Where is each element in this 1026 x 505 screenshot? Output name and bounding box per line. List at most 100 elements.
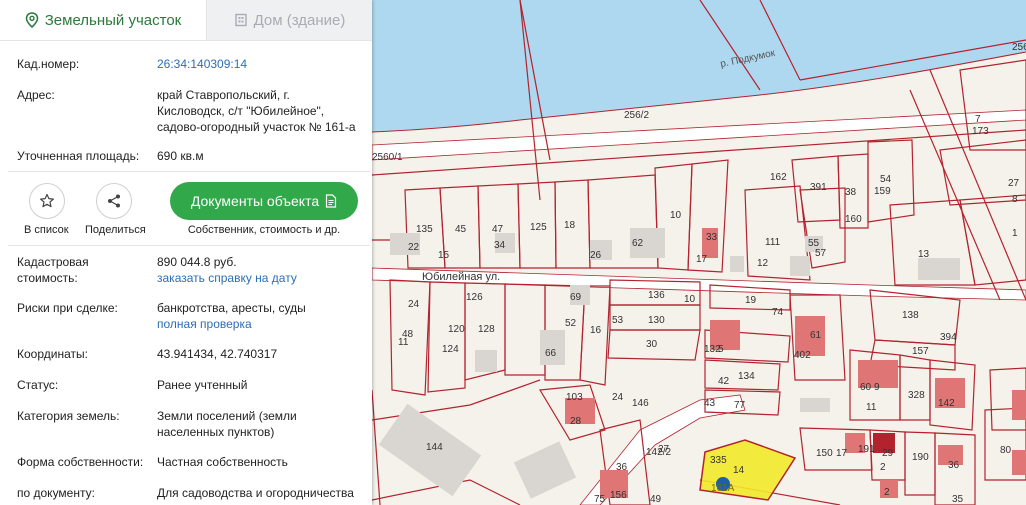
parcel-number: 156: [610, 490, 627, 501]
doc-value: Для садоводства и огородничества: [157, 486, 354, 500]
area-label: Уточненная площадь:: [17, 149, 140, 163]
parcel-number: 8: [1012, 194, 1018, 205]
tab-bar: Земельный участок Дом (здание): [0, 0, 372, 41]
parcel-number: 162: [770, 172, 787, 183]
parcel-number: 69: [570, 292, 582, 303]
parcel-number: 17: [836, 448, 848, 459]
parcel-number: 35: [952, 494, 964, 505]
parcel-number: 57: [815, 248, 827, 259]
parcel-number: 12: [757, 258, 769, 269]
parcel-number: 74: [772, 307, 784, 318]
tab-building-label: Дом (здание): [253, 11, 346, 29]
order-certificate-link[interactable]: заказать справку на дату: [157, 270, 357, 286]
parcel-number: 30: [646, 339, 658, 350]
coords-label: Координаты:: [17, 347, 88, 361]
category-line-2: населенных пунктов): [157, 425, 275, 439]
address-line-1: край Ставропольский, г.: [157, 88, 290, 102]
parcel-number: 120: [448, 324, 465, 335]
address-label: Адрес:: [17, 88, 55, 102]
parcel-number: 125: [530, 222, 547, 233]
parcel-number: 126: [466, 292, 483, 303]
parcel-number: 36: [948, 460, 960, 471]
parcel-number: 191: [858, 444, 875, 455]
parcel-number: 150: [816, 448, 833, 459]
parcel-number: 144: [426, 442, 443, 453]
tab-land-plot-label: Земельный участок: [44, 11, 182, 29]
parcel-number: 33: [706, 232, 718, 243]
parcel-number: 24: [408, 299, 420, 310]
parcel-number: 49: [650, 494, 662, 505]
parcel-number: 9: [874, 382, 880, 393]
parcel-number: 2: [880, 462, 886, 473]
parcel-number: 134: [738, 371, 755, 382]
parcel-number: 128: [478, 324, 495, 335]
info-panel: Земельный участок Дом (здание) Кад.номер…: [0, 0, 372, 505]
parcel-number: 45: [455, 224, 467, 235]
cadastral-number-value[interactable]: 26:34:140309:14: [157, 56, 357, 72]
parcel-number: 159: [874, 186, 891, 197]
parcel-number: 80: [1000, 445, 1012, 456]
parcel-number: 15: [438, 250, 450, 261]
risk-value-block: банкротства, аресты, суды полная проверк…: [157, 300, 357, 332]
parcel-number: 77: [734, 400, 746, 411]
ownership-value: Частная собственность: [157, 455, 288, 469]
parcel-number: 13: [918, 249, 930, 260]
parcel-number: 328: [908, 390, 925, 401]
parcel-number: 53: [612, 315, 624, 326]
parcel-number: 103: [566, 392, 583, 403]
cost-label-line-1: Кадастровая: [17, 255, 89, 269]
status-value: Ранее учтенный: [157, 378, 248, 392]
parcel-number: 18: [564, 220, 576, 231]
parcel-number: 28: [570, 416, 582, 427]
doc-label: по документу:: [17, 486, 95, 500]
parcel-number: 1: [1012, 228, 1018, 239]
star-icon: [40, 193, 54, 208]
parcel-number: 2560/1: [372, 152, 403, 163]
actions-bar: В список Поделиться Документы объекта Со…: [8, 171, 370, 246]
parcel-number: 146: [632, 398, 649, 409]
parcel-number: 75: [594, 494, 606, 505]
parcel-number: 5: [718, 344, 724, 355]
tab-land-plot[interactable]: Земельный участок: [0, 0, 206, 40]
cadastral-number-label: Кад.номер:: [17, 57, 80, 71]
tab-building[interactable]: Дом (здание): [206, 0, 372, 40]
parcel-number: 19: [745, 295, 757, 306]
parcel-number: 16: [590, 325, 602, 336]
parcel-number: 161А: [711, 483, 735, 494]
parcel-number: 26: [590, 250, 602, 261]
parcel-number: 2560/3: [1012, 42, 1026, 53]
parcel-number: 29: [882, 448, 894, 459]
parcel-number: 10: [670, 210, 682, 221]
status-label: Статус:: [17, 378, 59, 392]
coords-value: 43.941434, 42.740317: [157, 347, 278, 361]
cost-label-line-2: стоимость:: [17, 271, 78, 285]
risk-label: Риски при сделке:: [17, 301, 118, 315]
parcel-number: 62: [632, 238, 644, 249]
area-value: 690 кв.м: [157, 149, 204, 163]
documents-button-label: Документы объекта: [190, 193, 320, 209]
parcel-number: 60: [860, 382, 872, 393]
parcel-number: 27: [658, 444, 670, 455]
parcel-number: 11: [866, 402, 877, 413]
parcel-number: 2: [884, 487, 890, 498]
parcel-number: 111: [765, 237, 781, 248]
parcel-number: 173: [972, 126, 989, 137]
share-button[interactable]: [96, 183, 132, 219]
full-check-link[interactable]: полная проверка: [157, 316, 357, 332]
parcel-number: 17: [696, 254, 708, 265]
parcel-number: 7: [975, 114, 981, 125]
favorite-button[interactable]: [29, 183, 65, 219]
parcel-number: 136: [648, 290, 665, 301]
address-value: край Ставропольский, г. Кисловодск, с/т …: [157, 87, 357, 135]
parcel-number: 34: [494, 240, 506, 251]
category-value: Земли поселений (земли населенных пункто…: [157, 408, 357, 440]
share-label: Поделиться: [85, 224, 146, 236]
map-pin-icon: [25, 12, 38, 28]
parcel-number: 190: [912, 452, 929, 463]
parcel-number: 160: [845, 214, 862, 225]
parcel-number: 36: [616, 462, 628, 473]
parcel-number: 43: [704, 398, 716, 409]
parcel-number: 14: [733, 465, 745, 476]
cost-value-block: 890 044.8 руб. заказать справку на дату: [157, 254, 357, 286]
documents-button[interactable]: Документы объекта: [170, 182, 358, 220]
